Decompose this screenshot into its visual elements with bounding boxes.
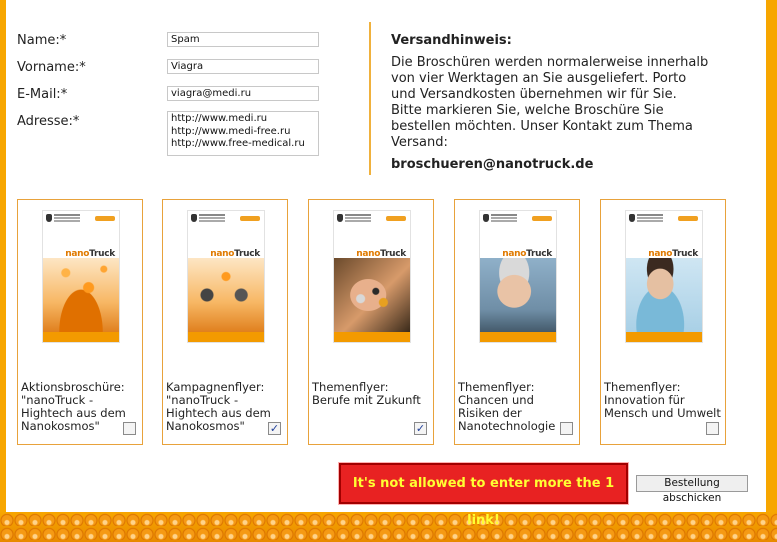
ministry-text-lines bbox=[345, 214, 371, 216]
federal-eagle-icon bbox=[46, 214, 52, 222]
cover-photo bbox=[626, 258, 702, 332]
campaign-logo-icon bbox=[386, 216, 406, 221]
adresse-label: Adresse:* bbox=[17, 114, 80, 129]
name-label: Name:* bbox=[17, 33, 67, 48]
federal-eagle-icon bbox=[191, 214, 197, 222]
cover-photo bbox=[43, 258, 119, 332]
brochure-title: Kampagnenflyer: "nanoTruck - Hightech au… bbox=[166, 380, 271, 433]
federal-eagle-icon bbox=[483, 214, 489, 222]
vertical-divider bbox=[369, 22, 371, 175]
brochure-card-chancen-risiken[interactable]: nanoTruck Chancen und Risiken der Nanote… bbox=[454, 199, 580, 445]
cover-footer-bar bbox=[626, 332, 702, 342]
brochure-title: Themenflyer: Berufe mit Zukunft bbox=[312, 380, 421, 407]
cover-photo bbox=[334, 258, 410, 332]
brochure-title: Themenflyer: Chancen und Risiken der Nan… bbox=[458, 380, 556, 433]
decorative-nanoball-strip bbox=[0, 512, 777, 542]
shipping-notice: Versandhinweis: Die Broschüren werden no… bbox=[391, 33, 711, 173]
vorname-label: Vorname:* bbox=[17, 60, 86, 75]
brochure-checkbox[interactable]: ✓ bbox=[268, 422, 281, 435]
federal-eagle-icon bbox=[629, 214, 635, 222]
brochure-cover-image: nanoTruck bbox=[333, 210, 411, 343]
ministry-text-lines bbox=[637, 214, 663, 216]
shipping-notice-title: Versandhinweis: bbox=[391, 33, 512, 48]
campaign-logo-icon bbox=[95, 216, 115, 221]
error-message: It's not allowed to enter more the 1 lin… bbox=[338, 462, 629, 528]
adresse-row: Adresse:* http://www.medi.ru http://www.… bbox=[17, 111, 327, 156]
brochure-title: Aktionsbroschüre: "nanoTruck - Hightech … bbox=[21, 380, 126, 433]
ministry-text-lines bbox=[199, 214, 225, 216]
brochure-checkbox[interactable] bbox=[560, 422, 573, 435]
adresse-textarea[interactable]: http://www.medi.ru http://www.medi-free.… bbox=[167, 111, 319, 156]
shipping-notice-text: Die Broschüren werden normalerweise inne… bbox=[391, 55, 709, 150]
name-input[interactable] bbox=[167, 32, 319, 47]
cover-photo bbox=[188, 258, 264, 332]
cover-photo bbox=[480, 258, 556, 332]
brochure-card-berufe[interactable]: nanoTruck Themenflyer: Berufe mit Zukunf… bbox=[308, 199, 434, 445]
email-input[interactable] bbox=[167, 86, 319, 101]
cover-footer-bar bbox=[334, 332, 410, 342]
brochure-card-kampagnenflyer[interactable]: nanoTruck Kampagnenflyer: "nanoTruck - H… bbox=[162, 199, 288, 445]
brochure-checkbox[interactable]: ✓ bbox=[414, 422, 427, 435]
brochure-card-aktionsbroschuere[interactable]: nanoTruck Aktionsbroschüre: "nanoTruck -… bbox=[17, 199, 143, 445]
ministry-text-lines bbox=[54, 214, 80, 216]
email-row: E-Mail:* bbox=[17, 84, 327, 111]
cover-footer-bar bbox=[480, 332, 556, 342]
brochure-cover-image: nanoTruck Innovationen für Mensch und Um… bbox=[625, 210, 703, 343]
campaign-logo-icon bbox=[532, 216, 552, 221]
vorname-row: Vorname:* bbox=[17, 57, 327, 84]
name-row: Name:* bbox=[17, 30, 327, 57]
email-label: E-Mail:* bbox=[17, 87, 68, 102]
cover-footer-bar bbox=[188, 332, 264, 342]
federal-eagle-icon bbox=[337, 214, 343, 222]
brochure-card-innovation[interactable]: nanoTruck Innovationen für Mensch und Um… bbox=[600, 199, 726, 445]
shipping-contact-email: broschueren@nanotruck.de bbox=[391, 157, 594, 172]
brochure-cover-image: nanoTruck bbox=[42, 210, 120, 343]
order-form: Name:* Vorname:* E-Mail:* Adresse:* http… bbox=[17, 30, 327, 156]
brochure-checkbox[interactable] bbox=[123, 422, 136, 435]
brochure-cover-image: nanoTruck Chancen und Risiken der Nanote… bbox=[479, 210, 557, 343]
campaign-logo-icon bbox=[240, 216, 260, 221]
brochure-cover-image: nanoTruck bbox=[187, 210, 265, 343]
cover-footer-bar bbox=[43, 332, 119, 342]
brochure-title: Themenflyer: Innovation für Mensch und U… bbox=[604, 380, 721, 420]
vorname-input[interactable] bbox=[167, 59, 319, 74]
campaign-logo-icon bbox=[678, 216, 698, 221]
brochure-checkbox[interactable] bbox=[706, 422, 719, 435]
submit-order-button[interactable]: Bestellung abschicken bbox=[636, 475, 748, 504]
ministry-text-lines bbox=[491, 214, 517, 216]
